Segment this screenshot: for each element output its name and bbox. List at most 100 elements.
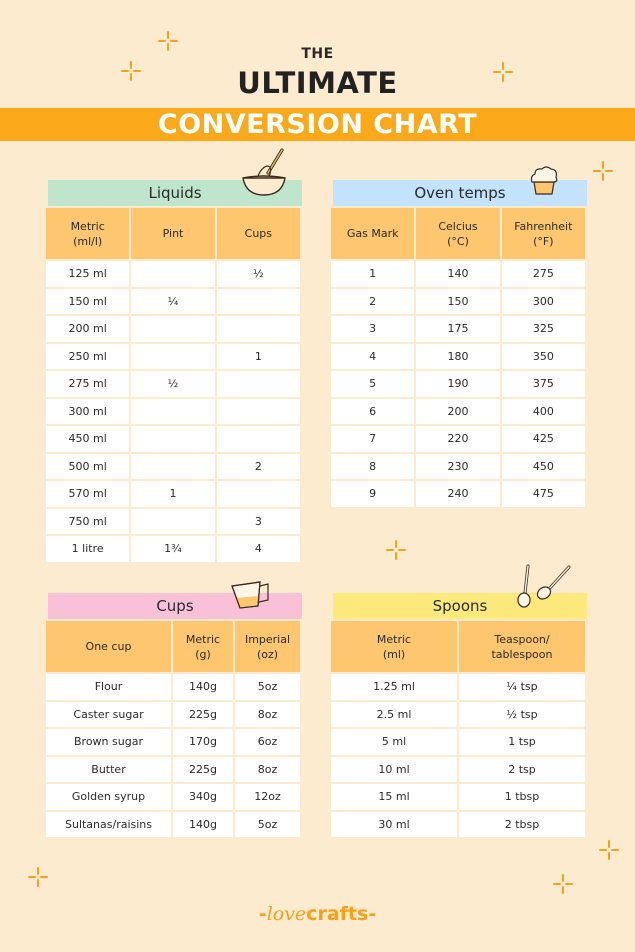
table-row: 200 ml [46, 316, 300, 342]
liquids-table: Metric (ml/l) Pint Cups 125 ml ½ 150 ml ¼ 200… [44, 206, 302, 564]
column-header: Fahrenheit (°F) [501, 208, 585, 259]
table-cell [131, 316, 215, 342]
column-header: Pint [131, 208, 215, 259]
table-cell: 750 ml [46, 508, 130, 534]
table-row: Butter 225g 8oz [46, 756, 300, 782]
column-header: Metric (g) [173, 621, 233, 672]
table-cell [216, 371, 300, 397]
table-cell: 1¾ [131, 536, 215, 562]
table-cell: ½ [216, 261, 300, 287]
table-cell: 5 ml [331, 729, 457, 755]
table-cell: 375 [501, 371, 585, 397]
table-row: 1 140 275 [331, 261, 585, 287]
table-cell: 6 [331, 398, 415, 424]
table-row: 125 ml ½ [46, 261, 300, 287]
table-row: 9 240 475 [331, 481, 585, 507]
table-row: Flour 140g 5oz [46, 674, 300, 700]
table-cell [216, 426, 300, 452]
sparkle-icon [552, 873, 574, 895]
table-row: 4 180 350 [331, 343, 585, 369]
logo-dash: - [258, 903, 267, 925]
table-cell [131, 343, 215, 369]
table-cell: 175 [416, 316, 500, 342]
sparkle-icon [598, 839, 620, 861]
table-cell [216, 398, 300, 424]
table-cell: 6oz [235, 729, 300, 755]
table-cell: 7 [331, 426, 415, 452]
table-cell: 125 ml [46, 261, 130, 287]
table-cell: Golden syrup [46, 784, 171, 810]
table-cell: 450 ml [46, 426, 130, 452]
table-row: 2.5 ml ½ tsp [331, 701, 585, 727]
table-cell: 1 [331, 261, 415, 287]
table-cell: 180 [416, 343, 500, 369]
table-cell: 2 tbsp [459, 811, 585, 837]
table-row: 8 230 450 [331, 453, 585, 479]
table-cell: 220 [416, 426, 500, 452]
table-cell: 1 tbsp [459, 784, 585, 810]
spoons-icon [513, 563, 573, 611]
table-cell: 10 ml [331, 756, 457, 782]
table-row: 30 ml 2 tbsp [331, 811, 585, 837]
table-cell [131, 426, 215, 452]
column-header: Celcius (°C) [416, 208, 500, 259]
logo-crafts: crafts [306, 903, 369, 925]
oven-temps-panel: Oven temps Gas Mark Celcius (°C) Fahrenhe… [331, 180, 587, 509]
table-row: 750 ml 3 [46, 508, 300, 534]
table-cell: ½ [131, 371, 215, 397]
table-cell: 350 [501, 343, 585, 369]
table-row: 3 175 325 [331, 316, 585, 342]
table-cell: Caster sugar [46, 701, 171, 727]
table-cell: ¼ tsp [459, 674, 585, 700]
table-cell [131, 261, 215, 287]
table-cell: 4 [331, 343, 415, 369]
column-header: Metric (ml/l) [46, 208, 130, 259]
table-cell: ½ tsp [459, 701, 585, 727]
table-cell: ¼ [131, 288, 215, 314]
table-cell: 300 [501, 288, 585, 314]
table-cell: 450 [501, 453, 585, 479]
table-cell: 3 [216, 508, 300, 534]
column-header: One cup [46, 621, 171, 672]
table-row: Golden syrup 340g 12oz [46, 784, 300, 810]
table-cell: 5oz [235, 674, 300, 700]
table-row: 150 ml ¼ [46, 288, 300, 314]
spoons-panel: Spoons Metric (ml) Teaspoon/tablespoon 1.… [331, 593, 587, 839]
table-cell: 9 [331, 481, 415, 507]
table-cell: 170g [173, 729, 233, 755]
table-cell: 15 ml [331, 784, 457, 810]
table-cell: 230 [416, 453, 500, 479]
table-row: 1.25 ml ¼ tsp [331, 674, 585, 700]
table-row: Brown sugar 170g 6oz [46, 729, 300, 755]
table-cell: 3 [331, 316, 415, 342]
title-conversion-chart: CONVERSION CHART [157, 109, 478, 140]
table-cell: 140g [173, 811, 233, 837]
whisk-bowl-icon [240, 147, 288, 197]
table-row: 2 150 300 [331, 288, 585, 314]
measuring-jug-icon [230, 578, 272, 610]
table-cell: 190 [416, 371, 500, 397]
table-row: 450 ml [46, 426, 300, 452]
oven-temps-body: 1 140 275 2 150 300 3 175 325 4 180 350 5 190 375 6 200 4… [331, 261, 585, 507]
table-cell: Sultanas/raisins [46, 811, 171, 837]
table-row: 5 ml 1 tsp [331, 729, 585, 755]
table-cell [131, 453, 215, 479]
column-header: Cups [216, 208, 300, 259]
table-cell [216, 316, 300, 342]
table-cell: 150 ml [46, 288, 130, 314]
table-cell: 1.25 ml [331, 674, 457, 700]
table-row: 15 ml 1 tbsp [331, 784, 585, 810]
table-cell: 2 [216, 453, 300, 479]
table-row: 570 ml 1 [46, 481, 300, 507]
liquids-panel: Liquids Metric (ml/l) Pint Cups 125 ml ½ 15… [46, 180, 302, 564]
table-cell: 12oz [235, 784, 300, 810]
table-cell: 475 [501, 481, 585, 507]
table-cell: 1 [216, 343, 300, 369]
table-cell [131, 398, 215, 424]
column-header: Teaspoon/tablespoon [459, 621, 585, 672]
table-row: 275 ml ½ [46, 371, 300, 397]
table-cell: 5oz [235, 811, 300, 837]
table-cell: 500 ml [46, 453, 130, 479]
table-row: Sultanas/raisins 140g 5oz [46, 811, 300, 837]
table-cell: 140g [173, 674, 233, 700]
